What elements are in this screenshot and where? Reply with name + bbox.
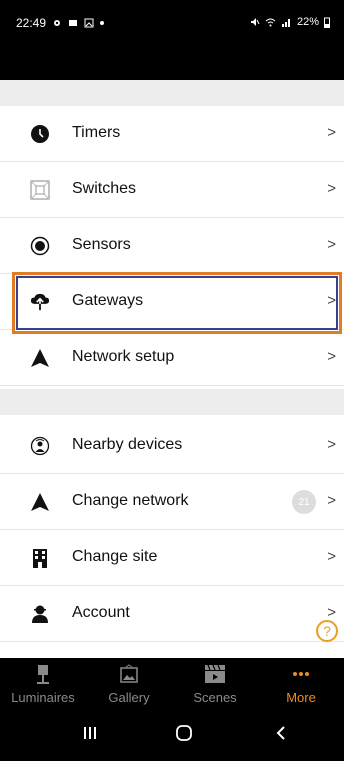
battery-percent: 22% <box>296 16 319 28</box>
back-button[interactable] <box>274 724 288 747</box>
mute-icon <box>250 18 260 26</box>
chevron-right-icon: > <box>327 236 336 253</box>
status-bar: 22:49 22% <box>0 0 344 80</box>
tab-label: Gallery <box>108 690 150 705</box>
menu-item-change-network[interactable]: Change network 21 > <box>0 474 344 530</box>
highlight-box-inner <box>16 276 338 330</box>
building-icon <box>30 548 50 568</box>
more-dots-icon <box>290 664 312 684</box>
menu-item-nearby-devices[interactable]: Nearby devices > <box>0 418 344 474</box>
chevron-right-icon: > <box>327 492 336 509</box>
menu-item-timers[interactable]: Timers > <box>0 106 344 162</box>
chevron-right-icon: > <box>327 436 336 453</box>
chevron-right-icon: > <box>327 604 336 621</box>
section-divider <box>0 80 344 106</box>
menu-item-switches[interactable]: Switches > <box>0 162 344 218</box>
tab-luminaires[interactable]: Luminaires <box>0 658 86 714</box>
menu-item-sensors[interactable]: Sensors > <box>0 218 344 274</box>
section-divider <box>0 389 344 415</box>
lamp-icon <box>32 664 54 684</box>
status-dot-icon <box>100 21 105 25</box>
tab-label: More <box>286 690 316 705</box>
menu-item-label: Switches <box>72 180 137 197</box>
person-icon <box>30 604 50 624</box>
chevron-right-icon: > <box>327 348 336 365</box>
status-left: 22:49 <box>16 16 105 30</box>
gear-icon <box>54 20 61 26</box>
tab-scenes[interactable]: Scenes <box>172 658 258 714</box>
menu-item-change-site[interactable]: Change site > <box>0 530 344 586</box>
menu-item-label: Timers <box>72 124 121 141</box>
menu-item-label: Account <box>72 604 130 621</box>
sensor-icon <box>30 236 50 256</box>
tab-gallery[interactable]: Gallery <box>86 658 172 714</box>
menu-item-label: Change network <box>72 492 189 509</box>
bottom-tab-bar: Luminaires Gallery Scenes More <box>0 658 344 714</box>
chevron-right-icon: > <box>327 124 336 141</box>
menu-item-label: Nearby devices <box>72 436 183 453</box>
network-arrow-icon <box>30 492 50 512</box>
wifi-icon <box>265 18 276 27</box>
signal-icon <box>281 19 290 27</box>
image-icon <box>84 18 94 28</box>
menu-item-label: Change site <box>72 548 158 565</box>
tab-label: Scenes <box>193 690 237 705</box>
scenes-icon <box>204 664 226 684</box>
chevron-right-icon: > <box>327 548 336 565</box>
menu-item-account[interactable]: Account > <box>0 586 344 642</box>
system-nav-bar <box>0 714 344 761</box>
notification-icon <box>69 20 78 26</box>
battery-icon <box>324 17 330 28</box>
home-button[interactable] <box>175 724 193 748</box>
menu-item-label: Network setup <box>72 348 175 365</box>
tab-more[interactable]: More <box>258 658 344 714</box>
menu-item-label: Sensors <box>72 236 131 253</box>
chevron-right-icon: > <box>327 180 336 197</box>
gallery-icon <box>118 664 140 684</box>
menu-item-network-setup[interactable]: Network setup > <box>0 330 344 386</box>
network-arrow-icon <box>30 348 50 368</box>
tab-label: Luminaires <box>11 690 75 705</box>
clock-icon <box>30 124 50 144</box>
nearby-icon <box>30 436 50 456</box>
recent-apps-button[interactable] <box>82 724 98 747</box>
status-right: 22% <box>250 16 330 28</box>
switch-icon <box>30 180 50 200</box>
help-button[interactable]: ? <box>316 620 338 642</box>
status-time: 22:49 <box>16 16 47 30</box>
network-count-badge: 21 <box>292 490 316 514</box>
